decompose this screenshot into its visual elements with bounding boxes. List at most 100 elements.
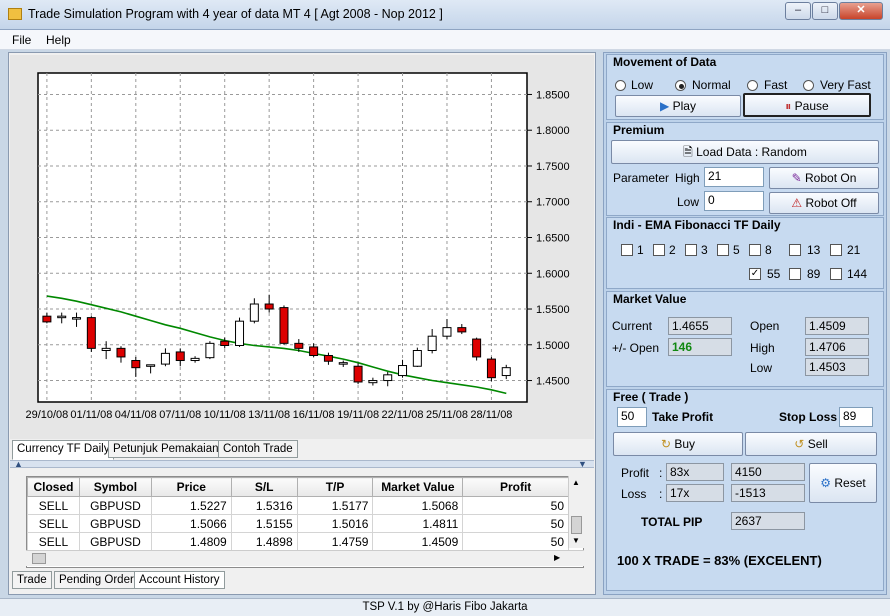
column-header[interactable]: Closed bbox=[27, 477, 80, 497]
speed-label-fast: Fast bbox=[764, 78, 788, 92]
ema-checkbox-8[interactable] bbox=[749, 244, 761, 256]
column-header[interactable]: Symbol bbox=[78, 477, 152, 497]
speed-radio-very-fast[interactable] bbox=[803, 80, 814, 91]
low-param-input[interactable]: 0 bbox=[704, 191, 764, 211]
window-title: Trade Simulation Program with 4 year of … bbox=[28, 7, 443, 21]
scroll-right-icon[interactable]: ▶ bbox=[554, 553, 560, 562]
candle-body bbox=[412, 350, 422, 367]
candle-body bbox=[42, 315, 52, 323]
reset-button[interactable]: ⚙ Reset bbox=[809, 463, 877, 503]
pause-label: Pause bbox=[794, 99, 829, 113]
market-title: Market Value bbox=[613, 292, 687, 306]
candle-body bbox=[235, 320, 245, 346]
column-header[interactable]: Profit bbox=[462, 477, 569, 497]
table-vertical-scrollbar[interactable]: ▲ ▼ bbox=[568, 476, 584, 548]
ema-label-5: 5 bbox=[733, 243, 740, 257]
tab-contoh-trade[interactable]: Contoh Trade bbox=[218, 440, 298, 458]
robot-on-icon: ✎ bbox=[791, 171, 802, 185]
change-label: +/- Open bbox=[612, 341, 660, 355]
play-label: Play bbox=[672, 99, 696, 113]
splitter-down-icon[interactable]: ▼ bbox=[578, 459, 587, 469]
table-header-row: Closed Symbol Price S/L T/P Market Value… bbox=[27, 477, 569, 497]
play-button[interactable]: ▶ Play bbox=[615, 95, 741, 117]
reset-label: Reset bbox=[834, 476, 866, 490]
robot-off-button[interactable]: ⚠ Robot Off bbox=[769, 192, 879, 214]
menu-file[interactable]: File bbox=[12, 33, 31, 47]
total-pip-label: TOTAL PIP bbox=[641, 515, 703, 529]
column-header[interactable]: T/P bbox=[296, 477, 374, 497]
buy-button[interactable]: ↻ Buy bbox=[613, 432, 743, 456]
high-param-input[interactable]: 21 bbox=[704, 167, 764, 187]
candle-body bbox=[294, 342, 304, 349]
table-row[interactable]: SELL GBPUSD 1.5066 1.5155 1.5016 1.4811 … bbox=[27, 514, 569, 533]
cell: 1.5068 bbox=[372, 496, 464, 515]
high-param-label: High bbox=[675, 171, 700, 185]
maximize-button[interactable]: □ bbox=[812, 2, 838, 20]
tab-petunjuk-pemakaian[interactable]: Petunjuk Pemakaian bbox=[108, 440, 224, 458]
scroll-up-icon[interactable]: ▲ bbox=[572, 478, 580, 487]
take-profit-input[interactable]: 50 bbox=[617, 407, 647, 427]
close-button[interactable]: ✕ bbox=[839, 2, 883, 20]
y-tick-label: 1.7500 bbox=[536, 161, 570, 173]
loss-count: 17x bbox=[666, 484, 724, 502]
ema-checkbox-2[interactable] bbox=[653, 244, 665, 256]
tab-trade[interactable]: Trade bbox=[12, 571, 52, 589]
candle-body bbox=[57, 315, 67, 319]
cell: GBPUSD bbox=[78, 514, 152, 533]
load-data-button[interactable]: 🗎 Load Data : Random bbox=[611, 140, 879, 164]
loss-value: -1513 bbox=[731, 484, 805, 502]
column-header[interactable]: S/L bbox=[230, 477, 298, 497]
cell: 1.4809 bbox=[150, 532, 232, 551]
ema-checkbox-144[interactable] bbox=[830, 268, 842, 280]
stop-loss-input[interactable]: 89 bbox=[839, 407, 873, 427]
menu-help[interactable]: Help bbox=[46, 33, 71, 47]
speed-radio-fast[interactable] bbox=[747, 80, 758, 91]
candle-body bbox=[442, 327, 452, 337]
splitter-up-icon[interactable]: ▲ bbox=[14, 459, 23, 469]
column-header[interactable]: Market Value bbox=[372, 477, 464, 497]
table-row[interactable]: SELL GBPUSD 1.5227 1.5316 1.5177 1.5068 … bbox=[27, 496, 569, 515]
ema-checkbox-1[interactable] bbox=[621, 244, 633, 256]
scroll-down-icon[interactable]: ▼ bbox=[572, 536, 580, 545]
load-data-icon: 🗎 bbox=[683, 145, 693, 159]
ema-checkbox-21[interactable] bbox=[830, 244, 842, 256]
free-title: Free ( Trade ) bbox=[613, 390, 689, 404]
sell-button[interactable]: ↺ Sell bbox=[745, 432, 877, 456]
candle-body bbox=[398, 365, 408, 377]
parameter-label: Parameter bbox=[613, 171, 670, 185]
x-tick-label: 10/11/08 bbox=[204, 409, 246, 421]
candle-body bbox=[383, 374, 393, 382]
ema-checkbox-55[interactable]: ✓ bbox=[749, 268, 761, 280]
candle-body bbox=[131, 360, 141, 369]
tab-pending-order[interactable]: Pending Order bbox=[54, 571, 139, 589]
tab-currency-tf-daily[interactable]: Currency TF Daily bbox=[12, 440, 115, 460]
speed-radio-low[interactable] bbox=[615, 80, 626, 91]
cell: 1.5227 bbox=[150, 496, 232, 515]
pause-button[interactable]: ⏸ Pause bbox=[743, 93, 871, 117]
ema-checkbox-3[interactable] bbox=[685, 244, 697, 256]
candle-body bbox=[146, 364, 156, 367]
ema-label-144: 144 bbox=[847, 267, 868, 281]
stop-loss-label: Stop Loss bbox=[779, 410, 838, 424]
robot-on-button[interactable]: ✎ Robot On bbox=[769, 167, 879, 189]
table-row[interactable]: SELL GBPUSD 1.4809 1.4898 1.4759 1.4509 … bbox=[27, 532, 569, 551]
h-scroll-thumb[interactable] bbox=[32, 553, 46, 564]
minimize-button[interactable]: – bbox=[785, 2, 811, 20]
table-horizontal-scrollbar[interactable]: ▶ bbox=[26, 550, 584, 566]
speed-label-normal: Normal bbox=[692, 78, 731, 92]
splitter[interactable]: ▲ ▼ bbox=[10, 459, 594, 469]
candle-body bbox=[323, 355, 333, 362]
cell: 1.5066 bbox=[150, 514, 232, 533]
total-pip-value: 2637 bbox=[731, 512, 805, 530]
ema-label-13: 13 bbox=[807, 243, 821, 257]
low-value: 1.4503 bbox=[805, 358, 869, 376]
speed-radio-normal[interactable] bbox=[675, 80, 686, 91]
ema-checkbox-13[interactable] bbox=[789, 244, 801, 256]
ema-checkbox-89[interactable] bbox=[789, 268, 801, 280]
scroll-thumb[interactable] bbox=[571, 516, 582, 534]
ema-checkbox-5[interactable] bbox=[717, 244, 729, 256]
tab-account-history[interactable]: Account History bbox=[134, 571, 225, 589]
column-header[interactable]: Price bbox=[150, 477, 232, 497]
ema-label-2: 2 bbox=[669, 243, 676, 257]
sell-label: Sell bbox=[807, 437, 828, 451]
